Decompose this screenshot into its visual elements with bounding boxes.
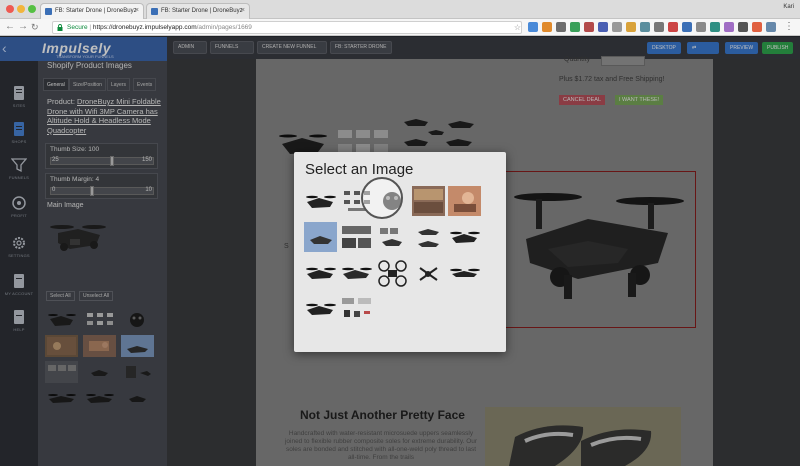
favicon-icon — [45, 8, 52, 15]
extension-icon[interactable] — [766, 22, 776, 32]
bookmark-star-icon[interactable]: ☆ — [514, 22, 521, 33]
extension-icon[interactable] — [710, 22, 720, 32]
url-field[interactable]: Secure | https://dronebuyz.impulselyapp.… — [52, 21, 522, 34]
browser-tab-1[interactable]: FB: Starter Drone | DroneBuyz × — [40, 3, 144, 19]
extension-icon[interactable] — [556, 22, 566, 32]
reload-icon[interactable]: ↻ — [31, 21, 39, 33]
image-option[interactable] — [376, 258, 409, 288]
image-option[interactable] — [376, 222, 409, 252]
close-tab-icon[interactable]: × — [135, 7, 139, 14]
tab-title: FB: Starter Drone | DroneBuyz — [55, 8, 137, 14]
select-image-modal: Select an Image — [294, 152, 506, 352]
url-host: https://dronebuyz.impulselyapp.com — [92, 24, 197, 31]
browser-tab-2[interactable]: FB: Starter Drone | DroneBuyz × — [146, 3, 250, 19]
browser-user-name[interactable]: Kari — [783, 4, 794, 10]
extension-icon[interactable] — [626, 22, 636, 32]
minimize-window-button[interactable] — [17, 5, 25, 13]
mouse-cursor-highlight — [361, 177, 403, 219]
favicon-icon — [151, 8, 158, 15]
close-window-button[interactable] — [6, 5, 14, 13]
image-option[interactable] — [448, 222, 481, 252]
secure-label: Secure — [67, 24, 88, 31]
extension-icon[interactable] — [724, 22, 734, 32]
extension-icon[interactable] — [528, 22, 538, 32]
extension-icon[interactable] — [542, 22, 552, 32]
browser-tab-bar: FB: Starter Drone | DroneBuyz × FB: Star… — [0, 0, 800, 19]
close-tab-icon[interactable]: × — [241, 7, 245, 14]
browser-address-bar: ← → ↻ Secure | https://dronebuyz.impulse… — [0, 19, 800, 36]
forward-arrow-icon[interactable]: → — [18, 21, 28, 33]
extension-icon[interactable] — [696, 22, 706, 32]
extension-icon[interactable] — [668, 22, 678, 32]
image-option[interactable] — [304, 222, 337, 252]
zoom-window-button[interactable] — [28, 5, 36, 13]
extension-icon[interactable] — [752, 22, 762, 32]
extension-icon[interactable] — [640, 22, 650, 32]
image-option[interactable] — [412, 186, 445, 216]
extension-icon[interactable] — [612, 22, 622, 32]
back-arrow-icon[interactable]: ← — [5, 21, 15, 33]
extension-icon[interactable] — [682, 22, 692, 32]
image-option[interactable] — [304, 186, 337, 216]
image-option[interactable] — [340, 222, 373, 252]
image-option[interactable] — [412, 258, 445, 288]
image-option[interactable] — [304, 258, 337, 288]
extension-icon[interactable] — [738, 22, 748, 32]
extension-icon[interactable] — [598, 22, 608, 32]
tab-title: FB: Starter Drone | DroneBuyz — [161, 8, 243, 14]
image-option[interactable] — [340, 294, 373, 324]
extension-icon[interactable] — [570, 22, 580, 32]
extension-icon[interactable] — [654, 22, 664, 32]
image-option[interactable] — [304, 294, 337, 324]
url-path: /admin/pages/1669 — [196, 24, 252, 31]
image-option[interactable] — [340, 258, 373, 288]
image-option[interactable] — [412, 222, 445, 252]
lock-icon — [57, 24, 63, 31]
extension-icon[interactable] — [584, 22, 594, 32]
image-option[interactable] — [448, 186, 481, 216]
image-option[interactable] — [448, 258, 481, 288]
modal-title: Select an Image — [305, 161, 414, 178]
browser-menu-icon[interactable]: ⋮ — [784, 21, 794, 32]
